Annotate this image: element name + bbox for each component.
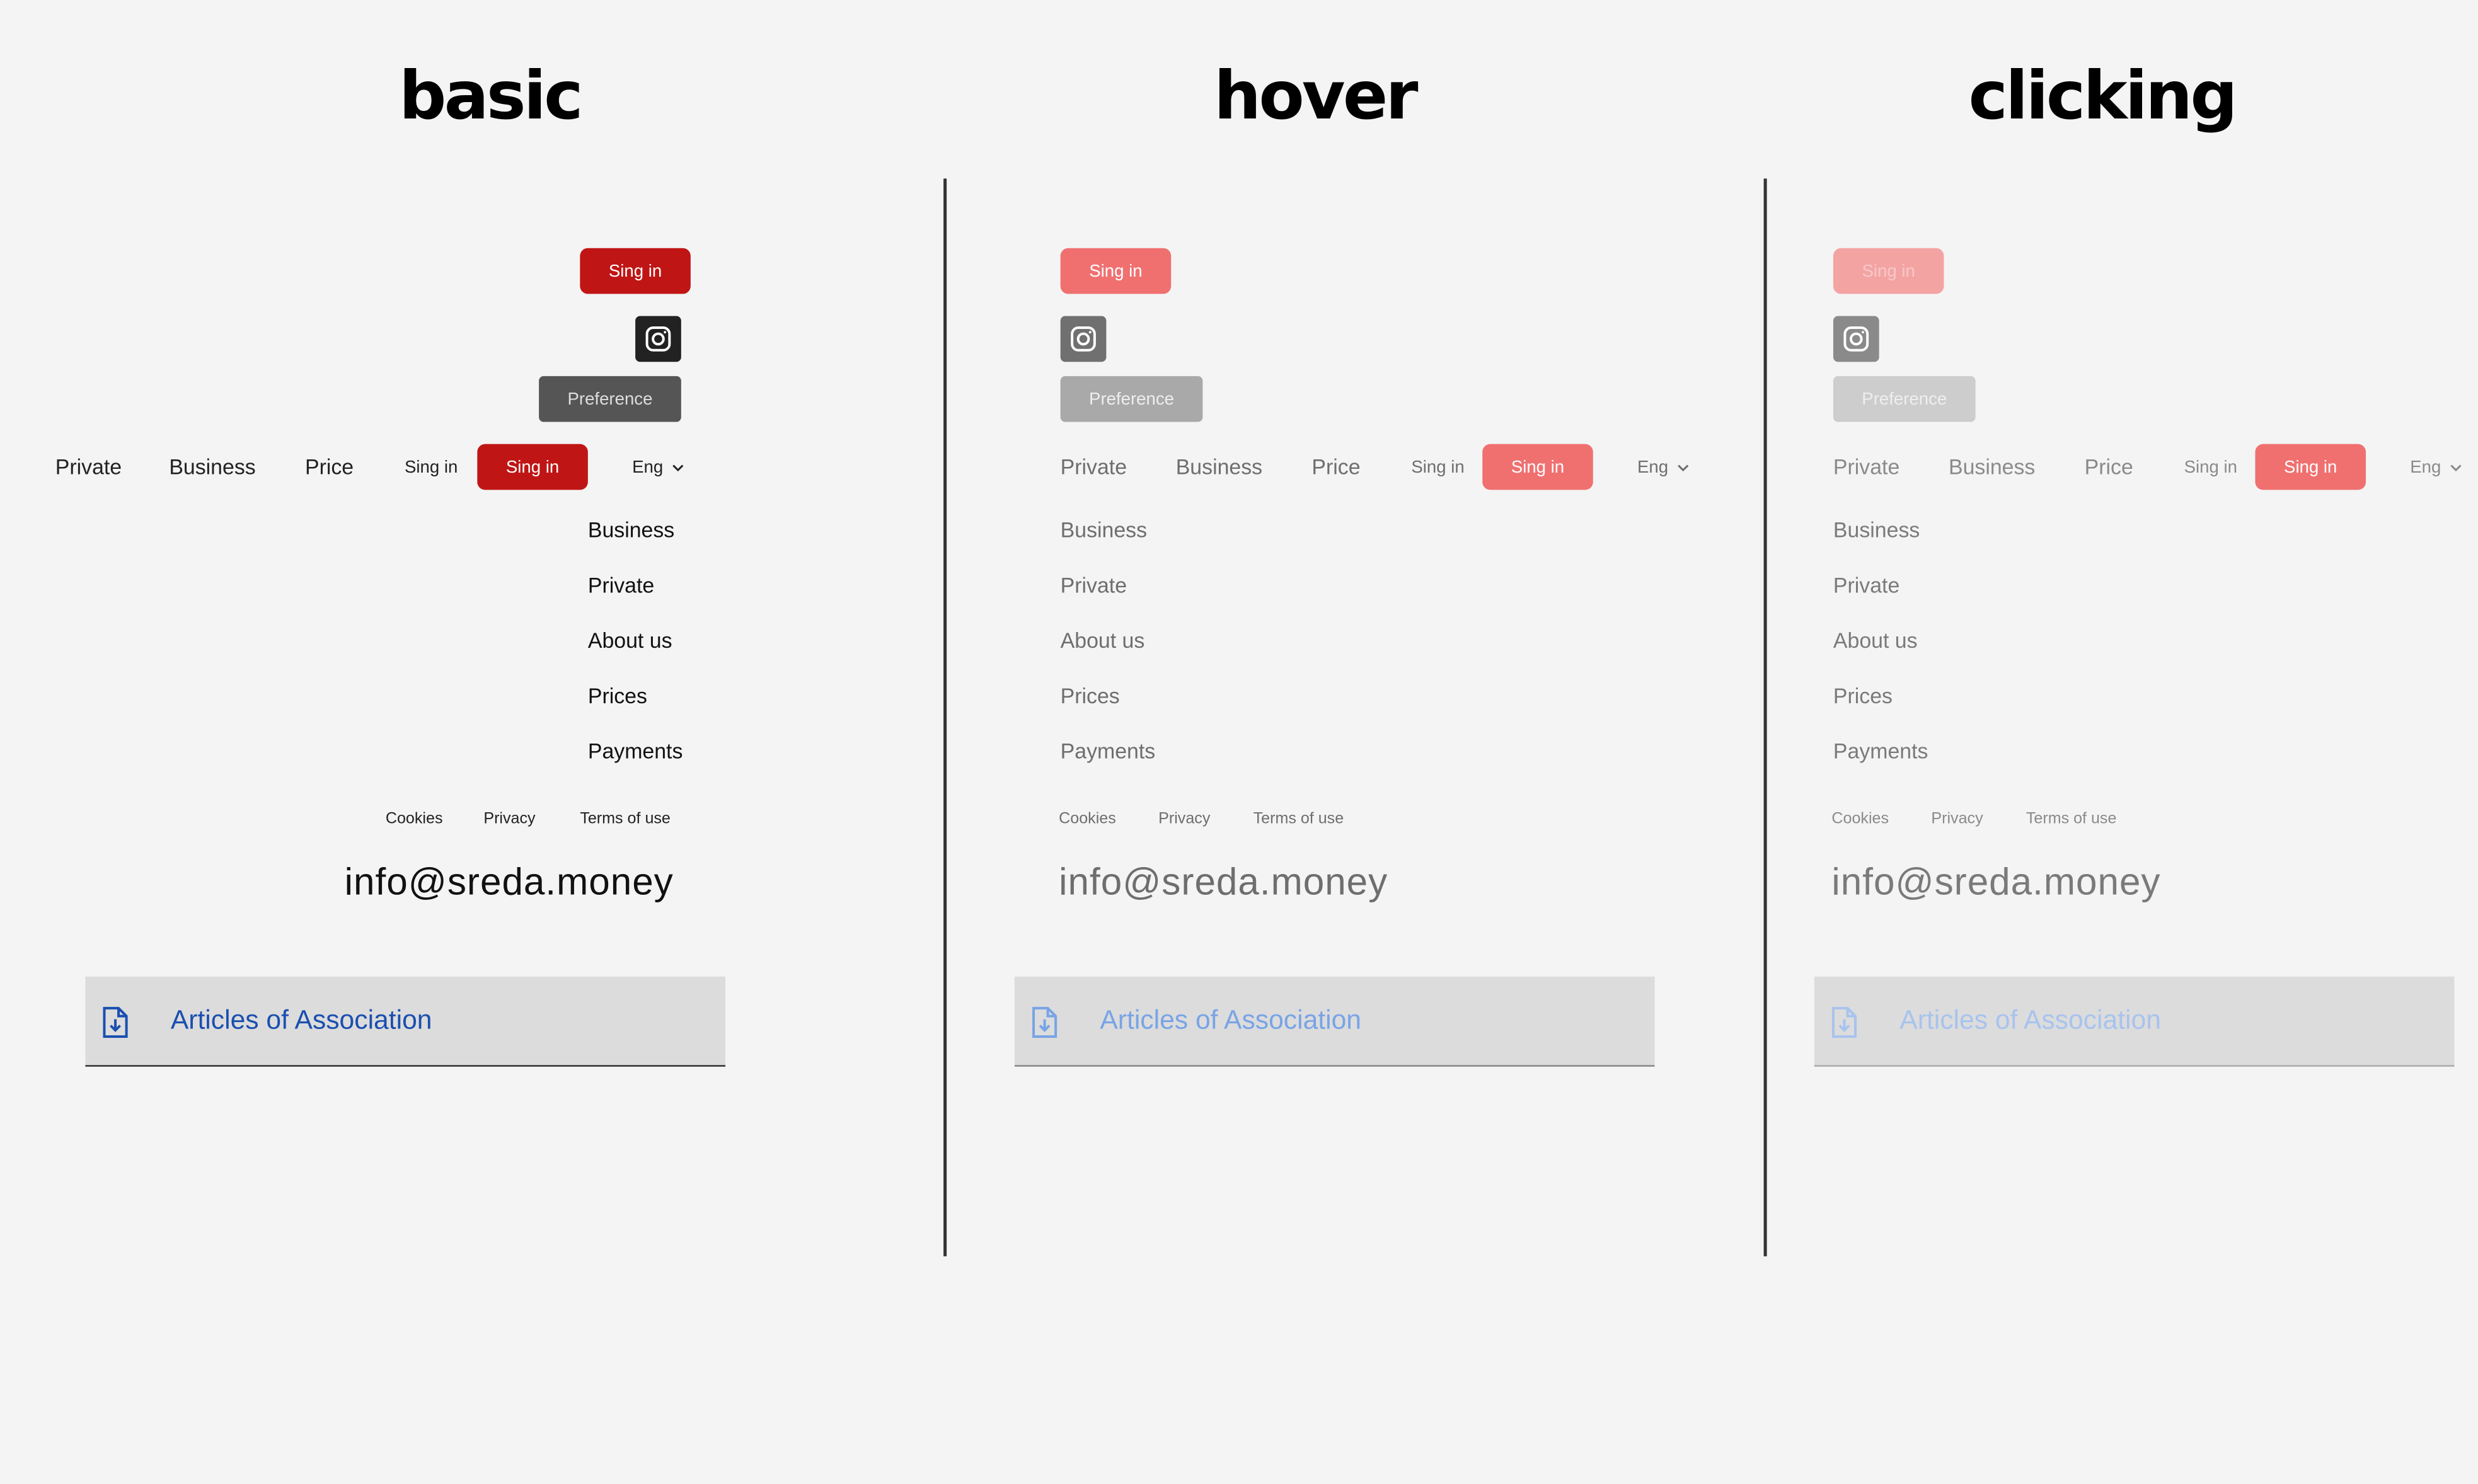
- nav-business[interactable]: Business: [1176, 455, 1262, 479]
- sign-in-button[interactable]: Sing in: [1060, 248, 1172, 294]
- chevron-down-icon: [672, 464, 683, 472]
- footer-link-terms[interactable]: Terms of use: [580, 810, 671, 828]
- state-title-basic: basic: [398, 57, 584, 135]
- language-selector[interactable]: Eng: [632, 458, 684, 477]
- menu-item-payments[interactable]: Payments: [588, 740, 683, 764]
- sign-in-button[interactable]: Sing in: [580, 248, 691, 294]
- menu-item-about-us[interactable]: About us: [1833, 629, 1918, 653]
- column-divider: [943, 178, 947, 1257]
- document-label: Articles of Association: [170, 1004, 432, 1035]
- nav-price[interactable]: Price: [2085, 455, 2133, 479]
- document-download-link[interactable]: Articles of Association: [1014, 976, 1655, 1067]
- instagram-icon[interactable]: [1060, 316, 1107, 362]
- nav-private[interactable]: Private: [1061, 455, 1127, 479]
- document-download-link[interactable]: Articles of Association: [1814, 976, 2455, 1067]
- menu-item-prices[interactable]: Prices: [1833, 684, 1893, 708]
- menu-item-private[interactable]: Private: [1061, 573, 1127, 597]
- footer-link-privacy[interactable]: Privacy: [1158, 810, 1210, 828]
- language-selector[interactable]: Eng: [1637, 458, 1689, 477]
- footer-link-privacy[interactable]: Privacy: [1931, 810, 1983, 828]
- footer-link-terms[interactable]: Terms of use: [1253, 810, 1344, 828]
- menu-item-business[interactable]: Business: [1833, 519, 1920, 543]
- footer-link-cookies[interactable]: Cookies: [386, 810, 443, 828]
- document-label: Articles of Association: [1100, 1004, 1362, 1035]
- menu-item-prices[interactable]: Prices: [588, 684, 647, 708]
- sign-in-button[interactable]: Sing in: [1833, 248, 1944, 294]
- language-label: Eng: [2410, 458, 2441, 478]
- menu-item-about-us[interactable]: About us: [588, 629, 672, 653]
- menu-item-prices[interactable]: Prices: [1061, 684, 1120, 708]
- nav-business[interactable]: Business: [169, 455, 255, 479]
- nav-sign-in-link[interactable]: Sing in: [405, 458, 458, 477]
- footer-link-cookies[interactable]: Cookies: [1831, 810, 1889, 828]
- nav-private[interactable]: Private: [55, 455, 122, 479]
- menu-item-private[interactable]: Private: [1833, 573, 1899, 597]
- email-link[interactable]: info@sreda.money: [1831, 861, 2160, 906]
- nav-sign-in-button[interactable]: Sing in: [2255, 444, 2366, 490]
- menu-item-about-us[interactable]: About us: [1061, 629, 1145, 653]
- nav-sign-in-button[interactable]: Sing in: [477, 444, 588, 490]
- menu-item-payments[interactable]: Payments: [1061, 740, 1156, 764]
- instagram-icon[interactable]: [1833, 316, 1879, 362]
- menu-item-private[interactable]: Private: [588, 573, 654, 597]
- document-label: Articles of Association: [1899, 1004, 2161, 1035]
- footer-link-terms[interactable]: Terms of use: [2026, 810, 2117, 828]
- language-label: Eng: [632, 458, 664, 478]
- language-selector[interactable]: Eng: [2410, 458, 2462, 477]
- nav-business[interactable]: Business: [1949, 455, 2035, 479]
- menu-item-business[interactable]: Business: [1061, 519, 1147, 543]
- menu-item-payments[interactable]: Payments: [1833, 740, 1928, 764]
- menu-item-business[interactable]: Business: [588, 519, 674, 543]
- nav-private[interactable]: Private: [1833, 455, 1899, 479]
- footer-link-cookies[interactable]: Cookies: [1059, 810, 1116, 828]
- nav-price[interactable]: Price: [305, 455, 354, 479]
- chevron-down-icon: [2450, 464, 2461, 472]
- email-link[interactable]: info@sreda.money: [1059, 861, 1388, 906]
- file-download-icon: [1032, 1006, 1057, 1038]
- nav-sign-in-button[interactable]: Sing in: [1482, 444, 1593, 490]
- state-title-hover: hover: [1214, 57, 1418, 135]
- nav-price[interactable]: Price: [1311, 455, 1360, 479]
- canvas: basic hover clicking Sing in Preference …: [0, 0, 2478, 1484]
- document-download-link[interactable]: Articles of Association: [85, 976, 726, 1067]
- file-download-icon: [1831, 1006, 1857, 1038]
- preference-button[interactable]: Preference: [1833, 376, 1976, 422]
- preference-button[interactable]: Preference: [539, 376, 681, 422]
- column-divider: [1763, 178, 1767, 1257]
- instagram-icon[interactable]: [635, 316, 681, 362]
- file-download-icon: [103, 1006, 128, 1038]
- state-title-clicking: clicking: [1968, 57, 2237, 135]
- chevron-down-icon: [1677, 464, 1688, 472]
- nav-sign-in-link[interactable]: Sing in: [2184, 458, 2237, 477]
- language-label: Eng: [1637, 458, 1669, 478]
- preference-button[interactable]: Preference: [1060, 376, 1203, 422]
- nav-sign-in-link[interactable]: Sing in: [1411, 458, 1464, 477]
- footer-link-privacy[interactable]: Privacy: [483, 810, 535, 828]
- email-link[interactable]: info@sreda.money: [345, 861, 674, 906]
